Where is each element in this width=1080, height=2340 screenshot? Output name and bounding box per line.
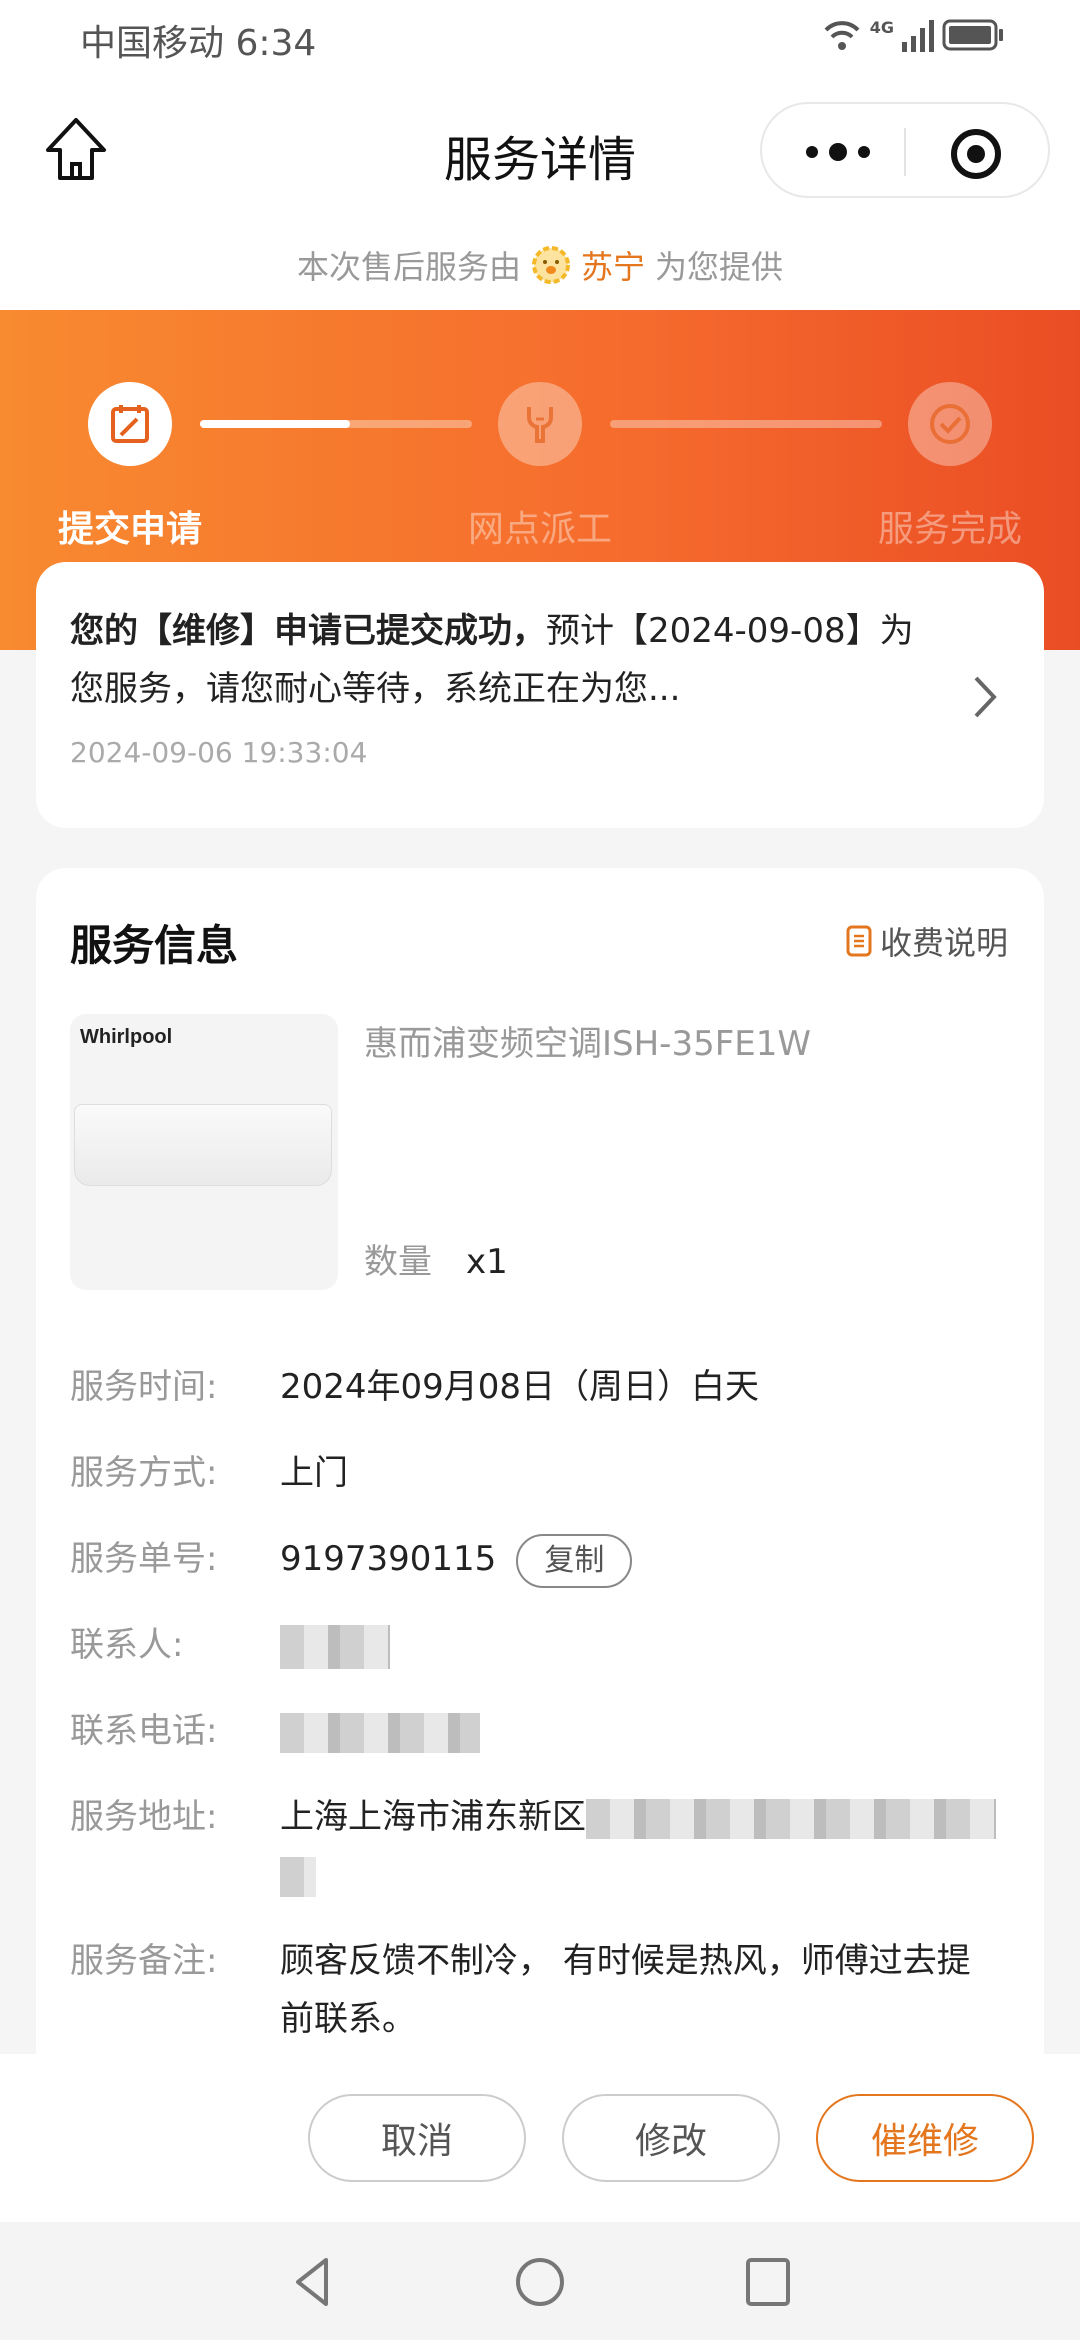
back-triangle-icon[interactable] — [282, 2252, 342, 2312]
battery-icon — [942, 19, 1003, 51]
step-label: 服务完成 — [877, 509, 1022, 550]
step-submit: 提交申请 — [30, 382, 230, 552]
close-button[interactable] — [950, 128, 1002, 180]
step-label: 网点派工 — [467, 509, 612, 550]
progress-line-1 — [200, 420, 472, 428]
provider-banner: 本次售后服务由 苏宁 为您提供 — [0, 220, 1080, 310]
notice-bold: 您的【维修】申请已提交成功， — [70, 611, 546, 651]
document-icon — [846, 925, 872, 957]
row-value: 9197390115 复制 — [280, 1530, 1000, 1588]
capsule-divider — [904, 128, 906, 176]
redacted-phone — [280, 1712, 480, 1753]
row-label: 服务备注: — [70, 1941, 218, 1981]
step-circle — [908, 382, 992, 466]
status-bar: 中国移动 6:34 4G — [0, 0, 1080, 80]
provider-brand: 苏宁 — [580, 248, 645, 286]
air-conditioner-image — [74, 1104, 332, 1186]
carrier-time: 中国移动 6:34 — [80, 23, 317, 64]
check-circle-icon — [930, 404, 970, 444]
provider-prefix: 本次售后服务由 — [296, 248, 521, 286]
row-value: 2024年09月08日（周日）白天 — [280, 1367, 760, 1407]
product-name: 惠而浦变频空调ISH-35FE1W — [364, 1024, 811, 1064]
service-info-card: 服务信息 收费说明 Whirlpool 惠而浦变频空调ISH-35FE1W 数量… — [36, 868, 1044, 2068]
notice-message: 您的【维修】申请已提交成功，预计【2024-09-08】为您服务，请您耐心等待，… — [70, 602, 930, 718]
mini-program-capsule — [760, 102, 1050, 198]
section-title: 服务信息 — [70, 921, 239, 970]
row-label: 服务单号: — [70, 1539, 218, 1579]
wrench-icon — [527, 407, 553, 443]
more-icon — [806, 143, 870, 161]
address-text: 上海上海市浦东新区 — [280, 1797, 586, 1837]
row-label: 联系电话: — [70, 1711, 218, 1751]
system-nav-bar — [0, 2222, 1080, 2340]
row-value — [280, 1702, 1000, 1760]
qty-value: x1 — [466, 1242, 508, 1282]
suning-lion-icon — [531, 246, 570, 284]
cancel-button[interactable]: 取消 — [308, 2094, 526, 2182]
urge-repair-button[interactable]: 催维修 — [816, 2094, 1034, 2182]
row-label: 服务地址: — [70, 1797, 218, 1837]
notice-timestamp: 2024-09-06 19:33:04 — [70, 736, 368, 769]
step-circle — [498, 382, 582, 466]
row-value: 上门 — [280, 1453, 348, 1493]
row-value — [280, 1616, 1000, 1674]
progress-line-2 — [610, 420, 882, 428]
action-bar: 取消 修改 催维修 — [0, 2054, 1080, 2222]
target-icon — [951, 129, 1001, 179]
provider-suffix: 为您提供 — [655, 248, 784, 286]
copy-button[interactable]: 复制 — [516, 1533, 633, 1588]
step-label: 提交申请 — [57, 509, 202, 550]
recents-square-icon[interactable] — [738, 2252, 798, 2312]
redacted-name — [280, 1624, 390, 1669]
brand-logo: Whirlpool — [80, 1026, 173, 1048]
more-button[interactable] — [798, 134, 878, 170]
row-value: 顾客反馈不制冷， 有时候是热风，师傅过去提前联系。 — [280, 1941, 971, 2039]
home-circle-icon[interactable] — [510, 2252, 570, 2312]
nav-bar: 服务详情 — [0, 80, 1080, 220]
fee-link-label: 收费说明 — [879, 924, 1008, 962]
status-notice-card[interactable]: 您的【维修】申请已提交成功，预计【2024-09-08】为您服务，请您耐心等待，… — [36, 562, 1044, 828]
step-dispatch: 网点派工 — [440, 382, 640, 552]
row-label: 联系人: — [70, 1625, 184, 1665]
network-type: 4G — [869, 18, 894, 37]
qty-label: 数量 — [364, 1242, 432, 1282]
row-label: 服务方式: — [70, 1453, 218, 1493]
step-complete: 服务完成 — [850, 382, 1050, 552]
modify-button[interactable]: 修改 — [562, 2094, 780, 2182]
row-value: 上海上海市浦东新区 — [280, 1788, 1000, 1904]
redacted-address — [586, 1798, 996, 1839]
product-quantity: 数量 x1 — [364, 1234, 508, 1283]
row-label: 服务时间: — [70, 1367, 218, 1407]
fee-explanation-link[interactable]: 收费说明 — [846, 918, 1008, 964]
status-icons: 4G — [822, 18, 1004, 52]
chevron-right-icon — [974, 676, 997, 718]
step-circle — [88, 382, 172, 466]
progress-line-1-fill — [200, 420, 350, 428]
redacted-address-2 — [280, 1856, 316, 1897]
order-number: 9197390115 — [280, 1539, 497, 1579]
calendar-edit-icon — [111, 405, 149, 443]
wifi-icon — [824, 21, 860, 50]
signal-icon — [902, 20, 934, 52]
product-image: Whirlpool — [70, 1014, 338, 1290]
